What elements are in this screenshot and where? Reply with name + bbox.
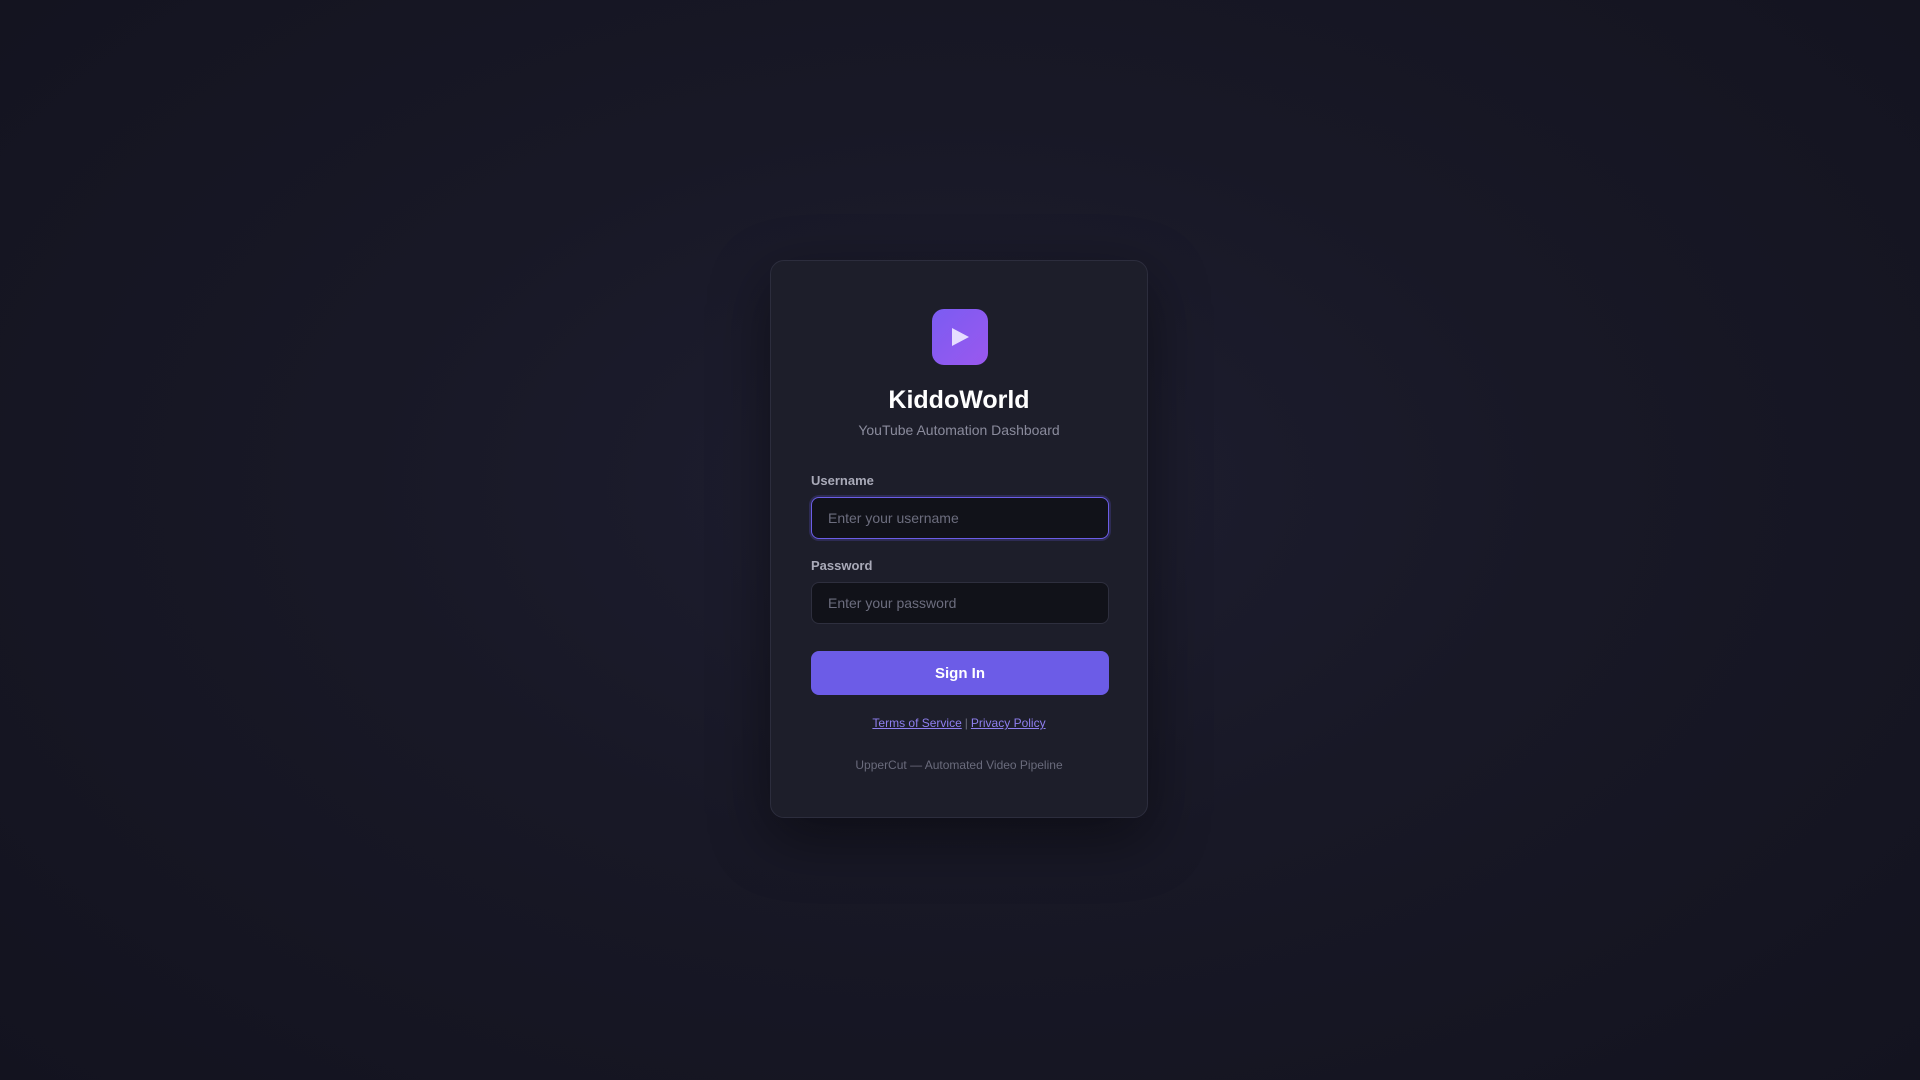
login-card: KiddoWorld YouTube Automation Dashboard … bbox=[770, 260, 1148, 818]
link-separator: | bbox=[964, 716, 968, 730]
footer-text: UpperCut — Automated Video Pipeline bbox=[855, 758, 1063, 772]
sign-in-button[interactable]: Sign In bbox=[811, 651, 1109, 695]
password-input[interactable] bbox=[811, 582, 1109, 624]
username-label: Username bbox=[811, 473, 874, 488]
terms-of-service-link[interactable]: Terms of Service bbox=[872, 716, 961, 730]
app-subtitle: YouTube Automation Dashboard bbox=[858, 422, 1060, 438]
username-input[interactable] bbox=[811, 497, 1109, 539]
app-logo bbox=[932, 309, 988, 365]
play-icon bbox=[950, 327, 970, 347]
password-label: Password bbox=[811, 558, 873, 573]
privacy-policy-link[interactable]: Privacy Policy bbox=[971, 716, 1046, 730]
legal-links: Terms of Service | Privacy Policy bbox=[771, 715, 1147, 731]
app-title: KiddoWorld bbox=[888, 386, 1030, 414]
